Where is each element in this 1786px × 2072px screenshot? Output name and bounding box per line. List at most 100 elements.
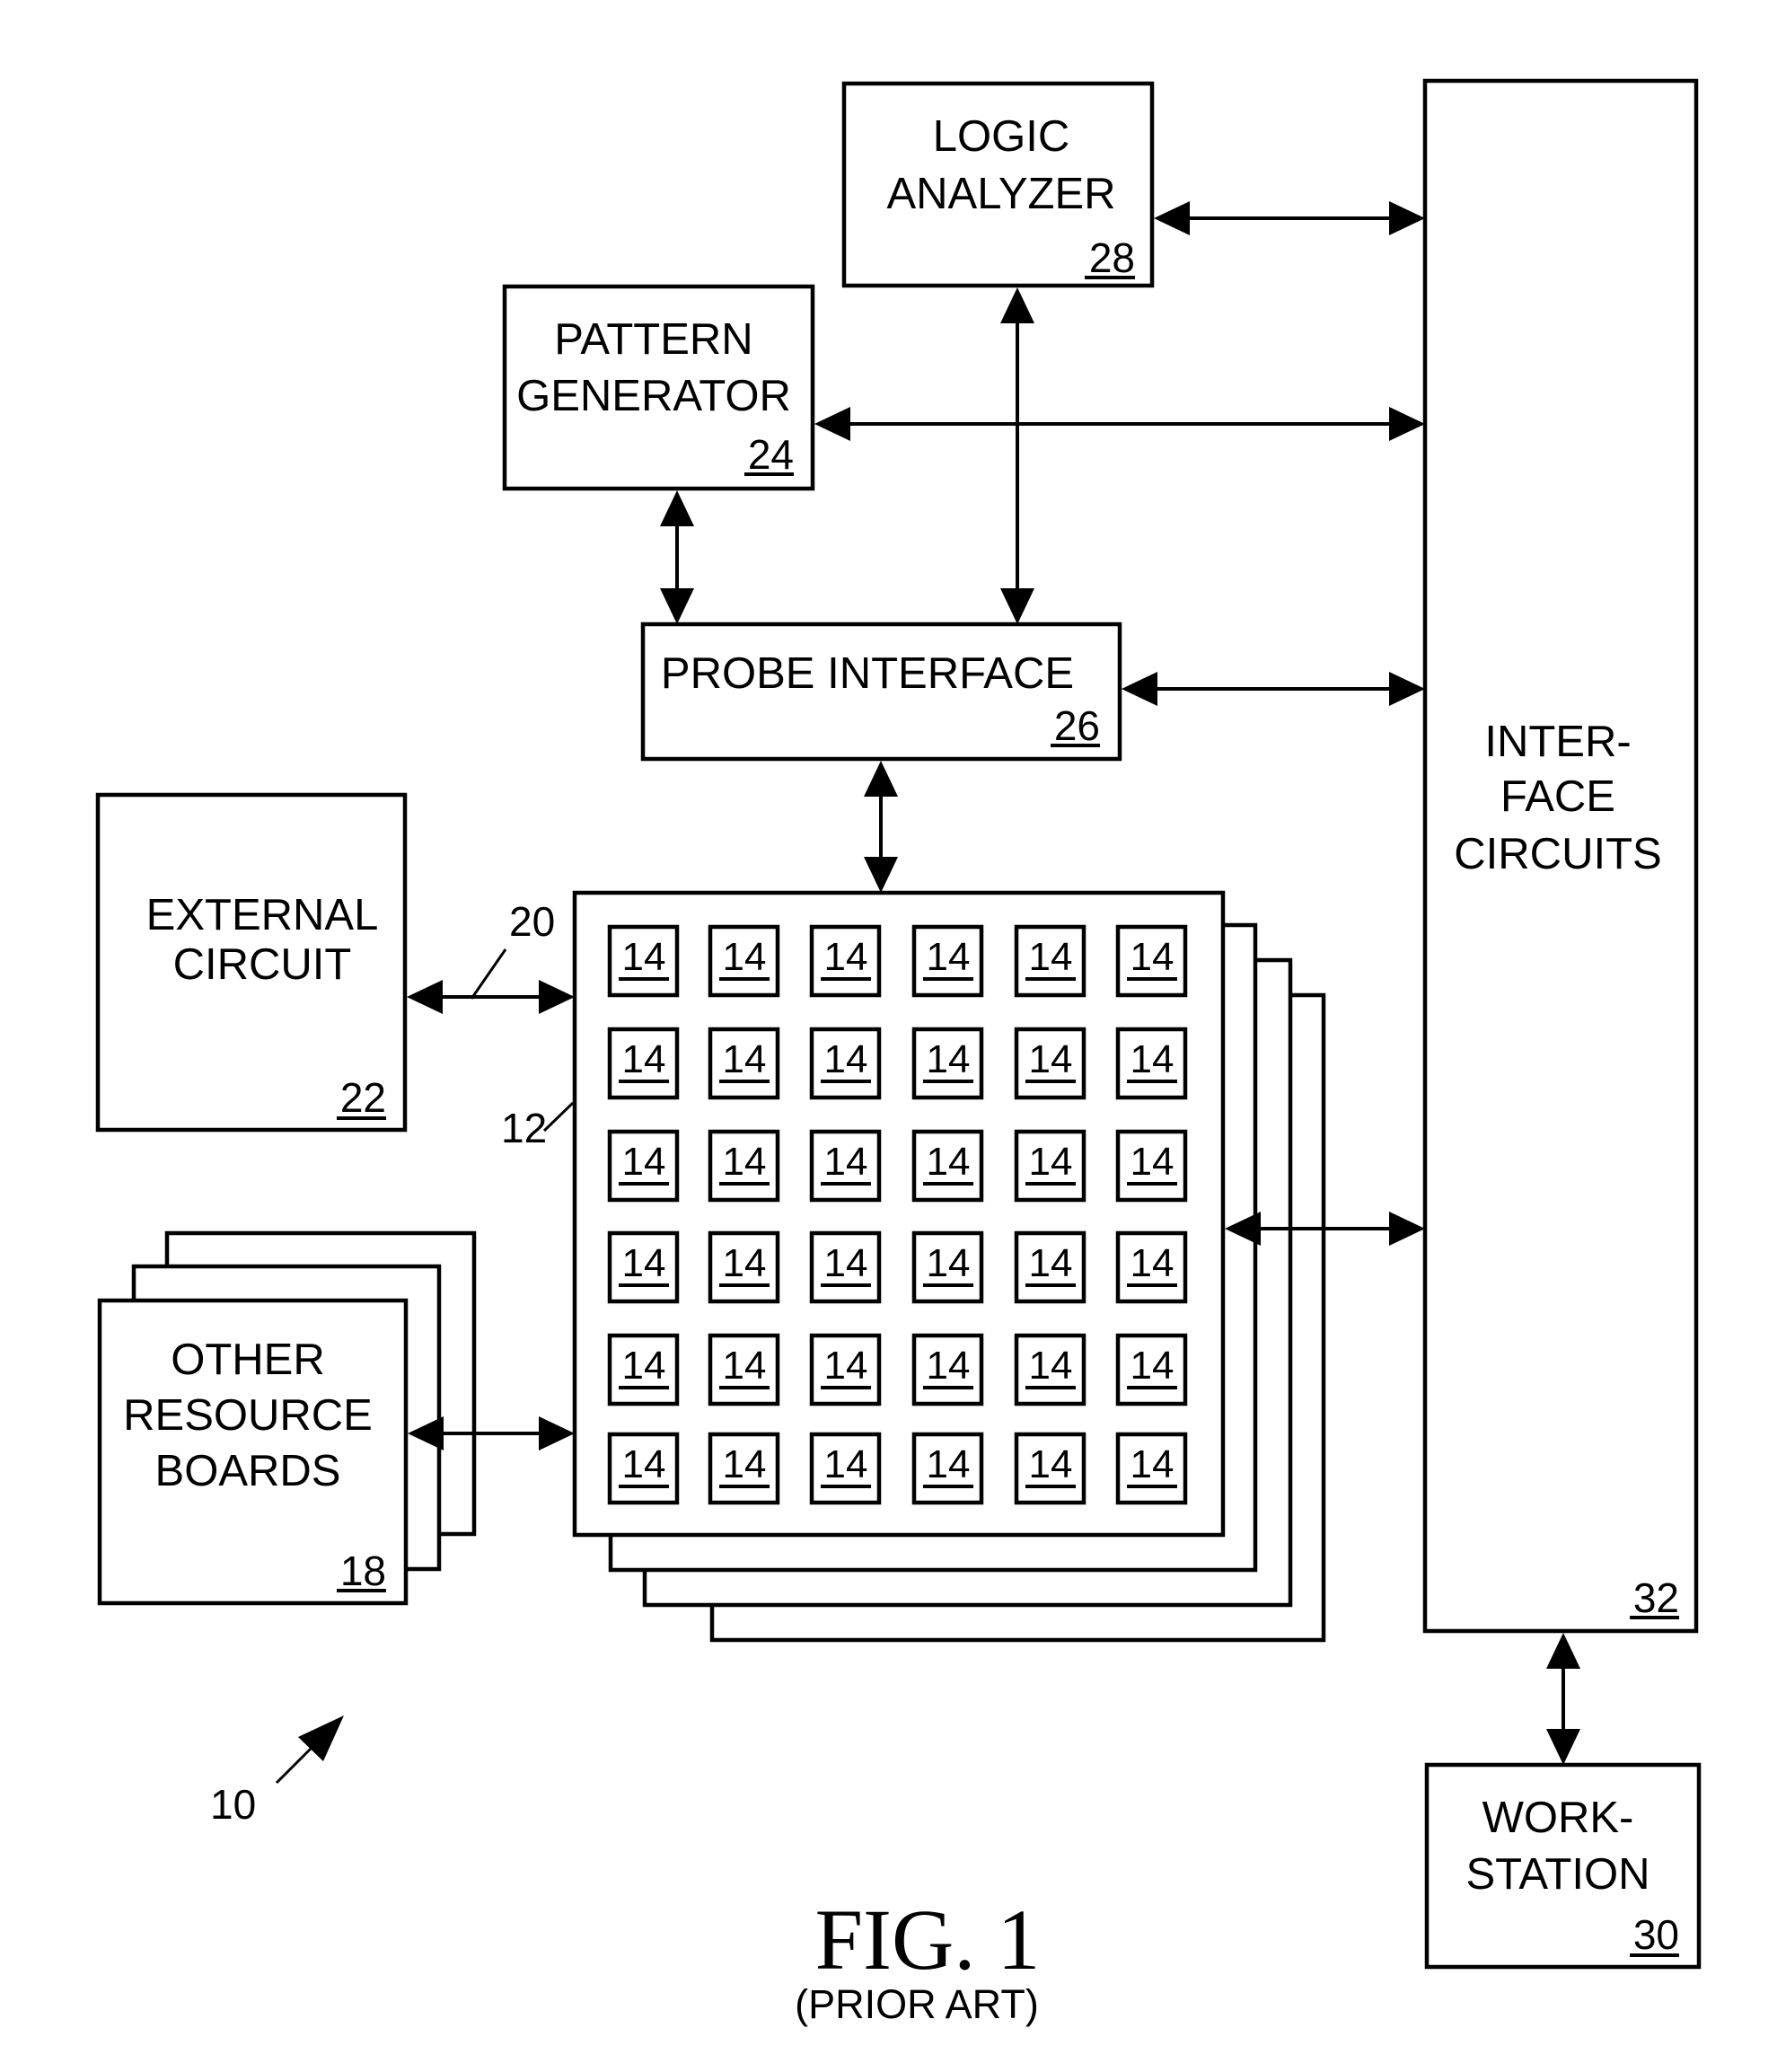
cell-ref: 14 xyxy=(622,1140,666,1184)
cell-ref: 14 xyxy=(1131,1442,1175,1486)
cell: 14 xyxy=(607,1333,680,1406)
workstation-ref: 30 xyxy=(1633,1911,1679,1958)
cell-ref: 14 xyxy=(723,1442,767,1486)
arrow-head-down xyxy=(864,857,898,893)
board-ref-label: 12 xyxy=(501,1105,547,1151)
arrow-head-left xyxy=(407,980,443,1014)
cell: 14 xyxy=(708,1027,780,1100)
arrow-logic-analyzer-probe xyxy=(1000,287,1034,624)
cell-ref: 14 xyxy=(824,1344,868,1388)
cell-ref: 14 xyxy=(1131,1344,1175,1388)
other-resource-boards-label-line1: OTHER xyxy=(171,1336,325,1384)
interface-circuits-block: INTER- FACE CIRCUITS 32 xyxy=(1422,78,1699,1634)
cell-ref: 14 xyxy=(927,935,971,979)
external-circuit-label-line2: CIRCUIT xyxy=(173,940,352,989)
cell-ref: 14 xyxy=(927,1442,971,1486)
logic-analyzer-block: LOGIC ANALYZER 28 xyxy=(841,81,1155,288)
arrow-head-left xyxy=(1122,672,1157,706)
cell-ref: 14 xyxy=(1131,935,1175,979)
board-ref-leader xyxy=(542,1101,575,1133)
arrow-head-down xyxy=(660,588,694,624)
arrow-head-left xyxy=(814,407,850,441)
cell-ref: 14 xyxy=(927,1344,971,1388)
figure-subtitle: (PRIOR ART) xyxy=(795,1981,1039,2027)
pattern-generator-block: PATTERN GENERATOR 24 xyxy=(502,284,815,491)
cell-ref: 14 xyxy=(1029,935,1073,979)
cell-ref: 14 xyxy=(723,935,767,979)
arrow-head-up xyxy=(864,761,898,797)
cell: 14 xyxy=(607,924,680,998)
cell: 14 xyxy=(1014,1027,1087,1100)
external-circuit-block: EXTERNAL CIRCUIT 22 xyxy=(95,792,408,1133)
cell: 14 xyxy=(607,1129,680,1203)
cell: 14 xyxy=(911,924,984,998)
cell: 14 xyxy=(1014,1333,1087,1406)
cell-ref: 14 xyxy=(1029,1037,1073,1081)
cell: 14 xyxy=(911,1333,984,1406)
workstation-block: WORK- STATION 30 xyxy=(1424,1762,1702,1970)
cell: 14 xyxy=(708,1333,780,1406)
cell-ref: 14 xyxy=(824,1241,868,1285)
cell-ref: 14 xyxy=(622,1344,666,1388)
cell: 14 xyxy=(607,1027,680,1100)
workstation-label-line1: WORK- xyxy=(1482,1794,1634,1842)
cell: 14 xyxy=(607,1230,680,1304)
interface-circuits-label-line1: INTER- xyxy=(1484,718,1631,766)
cell-ref: 14 xyxy=(927,1241,971,1285)
arrow-pattern-generator-interface xyxy=(814,407,1425,441)
cell-ref: 14 xyxy=(927,1037,971,1081)
cell-ref: 14 xyxy=(1131,1037,1175,1081)
cell: 14 xyxy=(708,924,780,998)
cell-ref: 14 xyxy=(1131,1140,1175,1184)
cell: 14 xyxy=(1014,924,1087,998)
cell: 14 xyxy=(1115,1230,1188,1304)
arrow-head-up xyxy=(1000,287,1034,323)
cell: 14 xyxy=(708,1129,780,1203)
cell: 14 xyxy=(911,1027,984,1100)
cell: 14 xyxy=(607,1432,680,1505)
system-ref-label: 10 xyxy=(210,1781,256,1828)
arrow-pattern-generator-probe xyxy=(660,490,694,624)
cell-ref: 14 xyxy=(622,1241,666,1285)
logic-analyzer-label-line1: LOGIC xyxy=(933,112,1069,161)
cell: 14 xyxy=(1115,1027,1188,1100)
other-resource-boards-label-line3: BOARDS xyxy=(155,1447,341,1495)
other-resource-boards-block: OTHER RESOURCE BOARDS 18 xyxy=(97,1230,477,1606)
arrow-logic-analyzer-interface xyxy=(1154,201,1425,235)
arrow-probe-board xyxy=(864,761,898,893)
arrow-head-right xyxy=(1389,672,1425,706)
cell: 14 xyxy=(1115,924,1188,998)
cell-ref: 14 xyxy=(824,1140,868,1184)
cell-ref: 14 xyxy=(622,1037,666,1081)
bus-ref-leader xyxy=(470,948,507,1000)
cell-ref: 14 xyxy=(723,1037,767,1081)
arrow-interface-workstation xyxy=(1546,1633,1580,1765)
external-circuit-ref: 22 xyxy=(340,1074,386,1121)
cell: 14 xyxy=(1014,1432,1087,1505)
cell-ref: 14 xyxy=(824,935,868,979)
other-resource-boards-label-line2: RESOURCE xyxy=(123,1391,373,1440)
arrow-probe-interface-circuits xyxy=(1122,672,1425,706)
cell: 14 xyxy=(911,1230,984,1304)
arrow-head-right xyxy=(1389,201,1425,235)
cell: 14 xyxy=(708,1432,780,1505)
cell: 14 xyxy=(809,1129,882,1203)
external-circuit-label-line1: EXTERNAL xyxy=(146,891,379,939)
cell-ref: 14 xyxy=(1131,1241,1175,1285)
logic-analyzer-ref: 28 xyxy=(1089,234,1135,281)
cell-ref: 14 xyxy=(1029,1241,1073,1285)
arrow-head-right xyxy=(1389,1212,1425,1246)
bus-ref-label: 20 xyxy=(509,898,555,945)
pattern-generator-label-line1: PATTERN xyxy=(554,315,752,364)
arrow-external-circuit-board xyxy=(407,980,575,1014)
probe-interface-label: PROBE INTERFACE xyxy=(661,649,1074,698)
cell-ref: 14 xyxy=(1029,1344,1073,1388)
cell-ref: 14 xyxy=(824,1442,868,1486)
cell: 14 xyxy=(1014,1230,1087,1304)
cell: 14 xyxy=(911,1129,984,1203)
interface-circuits-label-line3: CIRCUITS xyxy=(1454,830,1661,878)
cell-ref: 14 xyxy=(723,1344,767,1388)
logic-analyzer-label-line2: ANALYZER xyxy=(886,170,1115,218)
arrow-head-left xyxy=(1154,201,1190,235)
cell-ref: 14 xyxy=(1029,1140,1073,1184)
